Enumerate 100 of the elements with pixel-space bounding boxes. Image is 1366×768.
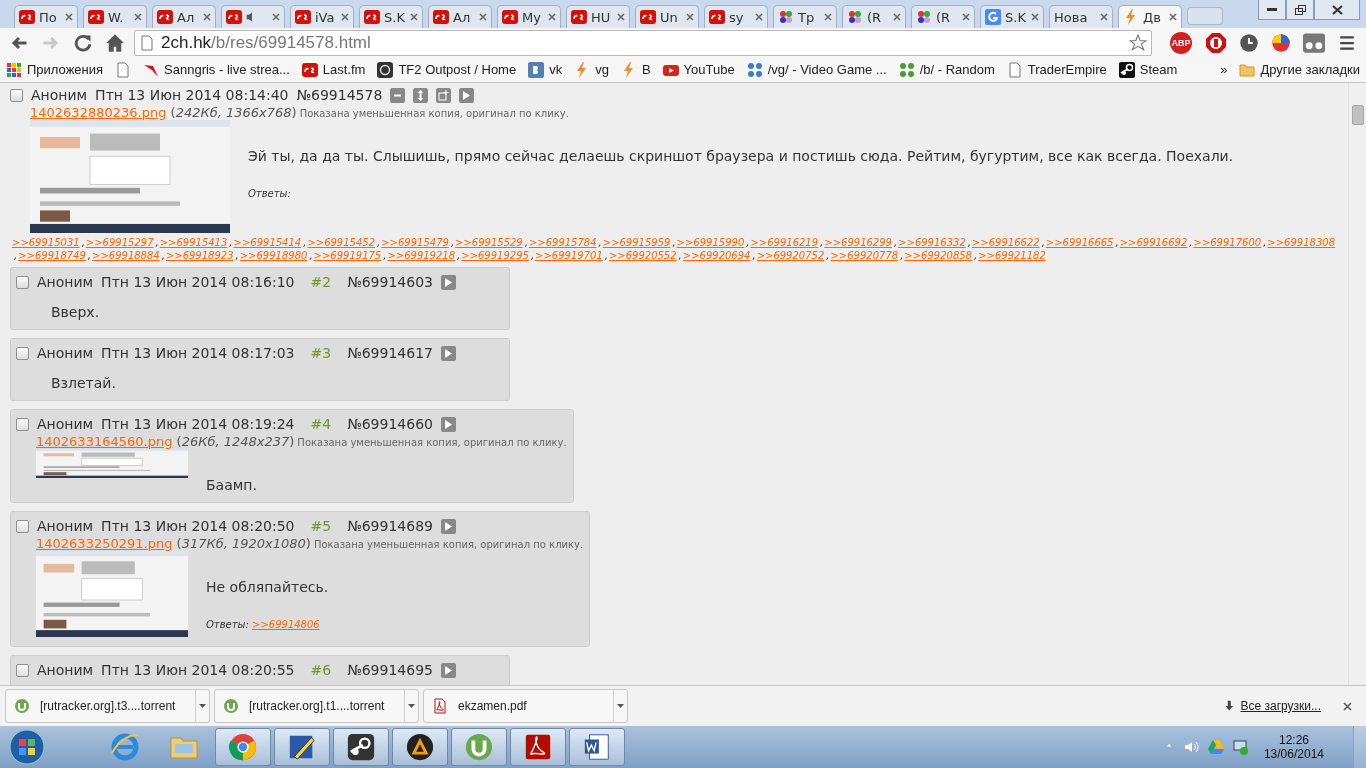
browser-tab[interactable]: Ал: [428, 5, 492, 28]
new-window-button[interactable]: [436, 87, 452, 103]
restore-button[interactable]: [1286, 0, 1314, 20]
download-menu-button[interactable]: [195, 690, 209, 722]
drive-icon: [1207, 739, 1224, 755]
close-icon: [1169, 13, 1177, 21]
browser-tab[interactable]: S.K: [980, 5, 1044, 28]
play-button[interactable]: [440, 345, 456, 361]
browser-tab[interactable]: Тр: [773, 5, 837, 28]
caret-icon: [199, 704, 206, 708]
download-menu-button[interactable]: [613, 690, 627, 722]
browser-tab[interactable]: HU: [566, 5, 630, 28]
separator-text: ,: [893, 237, 899, 248]
browser-tab[interactable]: W.: [83, 5, 147, 28]
browser-tab[interactable]: По: [14, 5, 78, 28]
taskbar-app[interactable]: [510, 728, 566, 766]
play-icon: [443, 521, 453, 531]
post-number[interactable]: №69914617: [347, 345, 433, 361]
address-bar[interactable]: 2ch.hk/b/res/69914578.html: [134, 29, 1152, 56]
download-menu-button[interactable]: [404, 690, 418, 722]
browser-tab[interactable]: Дв: [1118, 5, 1182, 28]
post-checkbox[interactable]: [16, 346, 29, 360]
separator-text: ,: [604, 250, 609, 261]
bookmark[interactable]: Приложения: [6, 61, 104, 78]
play-button[interactable]: [440, 274, 456, 290]
post-number[interactable]: №69914660: [347, 416, 433, 432]
taskbar-app[interactable]: [569, 728, 625, 766]
browser-tab[interactable]: (R: [911, 5, 975, 28]
poster-name: Аноним: [37, 416, 94, 432]
browser-tab[interactable]: My: [497, 5, 561, 28]
browser-tab[interactable]: (R: [842, 5, 906, 28]
torrent-icon: [223, 698, 239, 714]
play-icon: [443, 419, 453, 429]
post-checkbox[interactable]: [16, 417, 29, 431]
post-date: Птн 13 Июн 2014 08:19:24: [101, 416, 295, 432]
close-window-button[interactable]: [1314, 0, 1360, 20]
browser-tab[interactable]: Нова: [1049, 5, 1113, 28]
bookmark[interactable]: YouTube: [662, 61, 735, 78]
bookmark[interactable]: Last.fm: [301, 61, 366, 78]
post-number[interactable]: №69914578: [296, 87, 383, 103]
minimize-button[interactable]: [1258, 0, 1286, 20]
browser-tab[interactable]: iVa: [290, 5, 354, 28]
post-checkbox[interactable]: [10, 88, 23, 102]
utorrent-icon: [464, 732, 494, 762]
post-number[interactable]: №69914603: [347, 274, 433, 290]
close-icon: [1342, 701, 1352, 711]
play-button[interactable]: [440, 416, 456, 432]
bookmark[interactable]: B: [620, 61, 651, 78]
bookmark[interactable]: [115, 61, 132, 78]
scrollbar[interactable]: [1348, 83, 1366, 685]
windows-logo-icon: [9, 729, 45, 765]
close-icon: [272, 13, 280, 21]
post-number[interactable]: №69914695: [347, 662, 433, 678]
pie-icon: [1271, 32, 1291, 53]
page-icon: [139, 34, 155, 51]
browser-tab[interactable]: sy: [704, 5, 768, 28]
hide-button[interactable]: [390, 87, 406, 103]
play-button[interactable]: [440, 662, 456, 678]
separator-text: ,: [530, 250, 536, 261]
clock[interactable]: 12:26 13/06/2014: [1263, 733, 1324, 761]
bookmark[interactable]: /b/ - Random: [898, 61, 995, 78]
bookmark[interactable]: vg: [574, 61, 609, 78]
other-bookmarks[interactable]: Другие закладки: [1239, 61, 1360, 78]
post-date: Птн 13 Июн 2014 08:20:50: [101, 518, 295, 534]
taskbar-app[interactable]: [333, 728, 389, 766]
post-message: Эй ты, да да ты. Слышишь, прямо сейчас делаешь скриншот браузера и постишь сюда. Рейтим, бугуртим, все как всегда. Поехали.: [248, 148, 1234, 164]
post-checkbox[interactable]: [16, 663, 29, 677]
close-icon: [1100, 13, 1108, 21]
browser-tab[interactable]: Ал: [152, 5, 216, 28]
bookmark[interactable]: TraderEmpire: [1006, 61, 1107, 78]
bookmark[interactable]: Sanngris - live strea...: [143, 61, 290, 78]
adblock-button[interactable]: ABP: [1170, 31, 1192, 54]
browser-tab[interactable]: [221, 5, 285, 28]
chrome-icon: [228, 732, 258, 762]
more-bookmarks-button[interactable]: »: [1220, 62, 1228, 77]
vk-icon: [528, 61, 545, 78]
browser-tab[interactable]: S.K: [359, 5, 423, 28]
poster-name: Аноним: [37, 345, 94, 361]
play-button[interactable]: [440, 518, 456, 534]
bookmark[interactable]: vk: [528, 61, 563, 78]
file-note: Показана уменьшенная копия, оригинал по клику.: [297, 437, 567, 448]
post-number[interactable]: №69914689: [347, 518, 433, 534]
post-checkbox[interactable]: [16, 275, 29, 289]
play-button[interactable]: [459, 87, 475, 103]
bookmark[interactable]: /vg/ - Video Game ...: [746, 61, 887, 78]
taskbar-app[interactable]: [392, 728, 448, 766]
browser-tab[interactable]: Un: [635, 5, 699, 28]
close-icon: [824, 13, 832, 21]
expand-button[interactable]: [413, 87, 429, 103]
pdf-icon: [432, 698, 448, 714]
all-downloads-link[interactable]: Все загрузки...: [1240, 699, 1321, 713]
bookmark[interactable]: Steam: [1118, 61, 1178, 78]
replies-label: Ответы:: [206, 619, 249, 630]
clover-icon: [898, 61, 915, 78]
separator-text: ,: [450, 237, 456, 248]
taskbar-app[interactable]: [274, 728, 330, 766]
post-checkbox[interactable]: [16, 519, 29, 533]
bookmark[interactable]: TF2 Outpost / Home: [377, 61, 517, 78]
separator-text: ,: [87, 250, 93, 261]
close-icon: [134, 13, 142, 21]
